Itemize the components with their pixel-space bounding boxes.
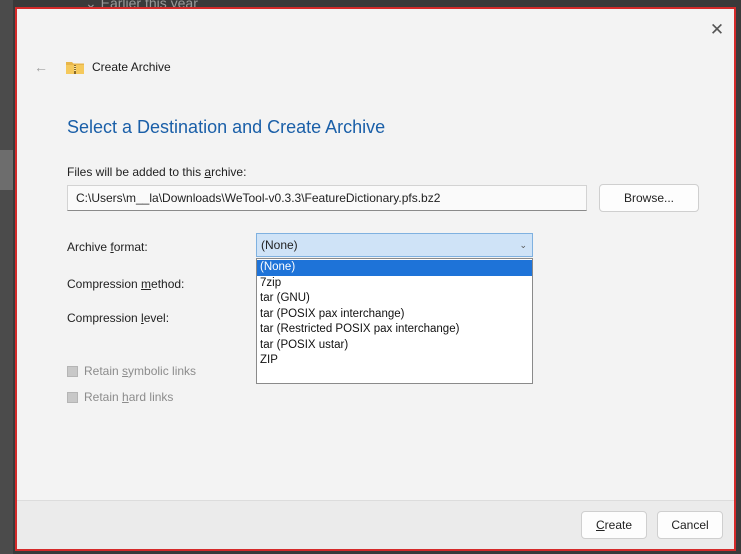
files-label: Files will be added to this archive:: [67, 165, 247, 179]
dialog-title: Create Archive: [92, 60, 171, 74]
close-icon: ✕: [709, 20, 725, 39]
format-option[interactable]: tar (GNU): [257, 291, 532, 307]
archive-path-input[interactable]: C:\Users\m__la\Downloads\WeTool-v0.3.3\F…: [67, 185, 587, 211]
compression-method-label: Compression method:: [67, 277, 185, 291]
format-option[interactable]: tar (Restricted POSIX pax interchange): [257, 322, 532, 338]
retain-symbolic-links-label: Retain symbolic links: [84, 364, 197, 378]
format-option[interactable]: tar (POSIX pax interchange): [257, 307, 532, 323]
cancel-button-label: Cancel: [671, 518, 709, 532]
dialog-footer: Create Cancel: [17, 500, 734, 549]
browse-button[interactable]: Browse...: [599, 184, 699, 212]
back-arrow-icon: ←: [34, 59, 48, 75]
cancel-button[interactable]: Cancel: [657, 511, 723, 539]
archive-format-value: (None): [261, 238, 298, 252]
folder-zip-icon: [66, 62, 84, 74]
checkbox-box: [67, 392, 78, 403]
create-button[interactable]: Create: [581, 511, 647, 539]
format-option[interactable]: (None): [257, 260, 532, 276]
chevron-down-icon: ⌄: [519, 240, 527, 250]
page-heading: Select a Destination and Create Archive: [67, 117, 386, 137]
format-option[interactable]: tar (POSIX ustar): [257, 338, 532, 354]
background-window-strip: [0, 0, 13, 554]
close-button[interactable]: ✕: [706, 19, 728, 41]
archive-format-dropdown: (None) 7zip tar (GNU) tar (POSIX pax interc…: [256, 258, 533, 384]
checkbox-box: [67, 366, 78, 377]
create-archive-dialog: ✕ ← Create Archive Select a Destination …: [15, 7, 736, 551]
background-strip-highlight: [0, 150, 13, 190]
compression-level-label: Compression level:: [67, 311, 170, 325]
back-button[interactable]: ←: [31, 57, 51, 77]
format-option[interactable]: 7zip: [257, 276, 532, 292]
browse-button-label: Browse...: [623, 191, 674, 205]
archive-format-label: Archive format:: [67, 240, 148, 254]
archive-format-select[interactable]: (None) ⌄: [256, 233, 533, 257]
retain-hard-links-label: Retain hard links: [84, 390, 174, 404]
format-option[interactable]: ZIP: [257, 353, 532, 369]
